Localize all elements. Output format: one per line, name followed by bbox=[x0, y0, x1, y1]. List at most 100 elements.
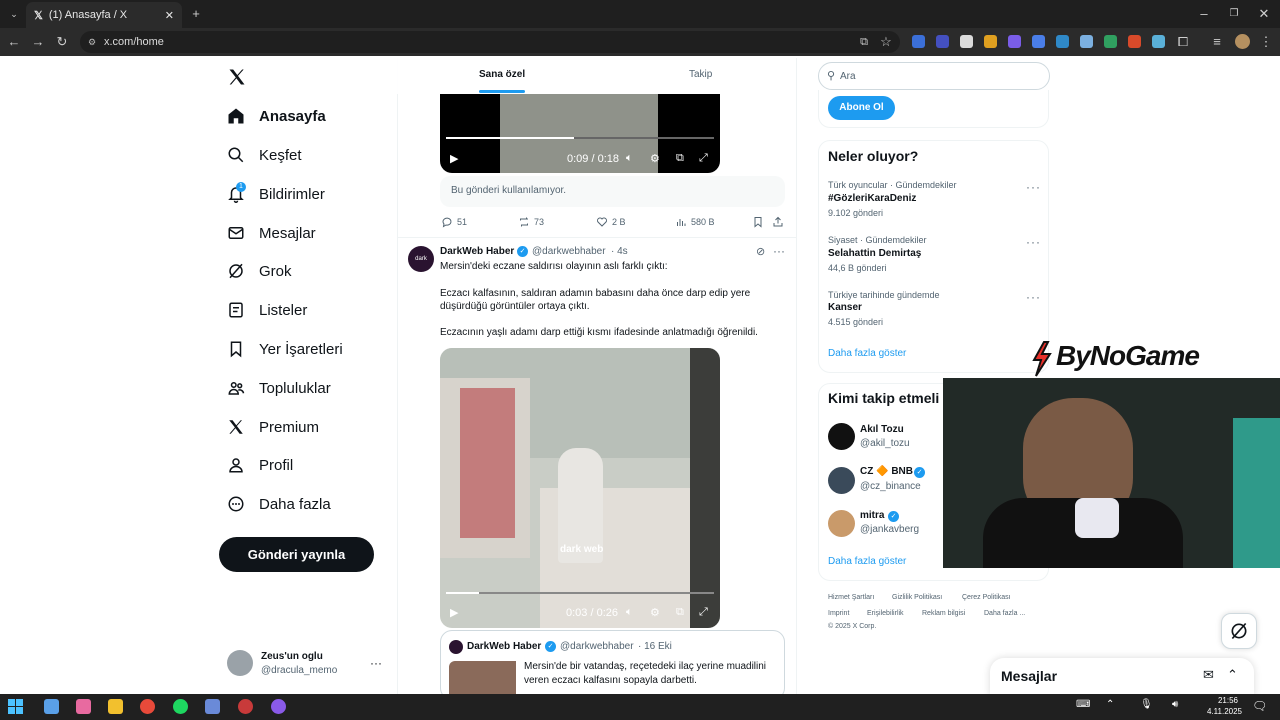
miniplayer-icon[interactable]: ⧉ bbox=[676, 606, 684, 619]
play-icon[interactable]: ▶ bbox=[450, 152, 458, 165]
expand-chevron-icon[interactable]: ⌃ bbox=[1227, 667, 1238, 683]
extension-icon[interactable] bbox=[984, 35, 997, 48]
nav-bookmarks[interactable]: Yer İşaretleri bbox=[227, 333, 343, 365]
extension-icon[interactable] bbox=[1080, 35, 1093, 48]
nav-grok[interactable]: Grok bbox=[227, 255, 292, 287]
views-button[interactable]: 580 B bbox=[675, 216, 715, 228]
extension-icon[interactable] bbox=[1008, 35, 1021, 48]
follow-avatar[interactable] bbox=[828, 510, 855, 537]
install-app-icon[interactable]: ⧉ bbox=[856, 34, 872, 50]
trend-more-icon[interactable]: ··· bbox=[1026, 290, 1041, 304]
extension-icon[interactable] bbox=[1152, 35, 1165, 48]
video-player[interactable]: dark web ▶ 0:03 / 0:26 🔈︎ ⚙ ⧉ ⤢ bbox=[440, 348, 720, 628]
reading-list-icon[interactable]: ≡ bbox=[1209, 34, 1225, 50]
taskbar-app-icon[interactable] bbox=[238, 699, 253, 714]
post-author[interactable]: DarkWeb Haber bbox=[440, 246, 514, 257]
follow-name[interactable]: CZ 🔶 BNB bbox=[860, 466, 913, 477]
extensions-puzzle-icon[interactable]: ⧠ bbox=[1175, 34, 1191, 50]
reload-icon[interactable]: ↻ bbox=[54, 34, 70, 50]
nav-explore[interactable]: Keşfet bbox=[227, 139, 302, 171]
like-button[interactable]: 2 B bbox=[596, 216, 626, 228]
account-menu-icon[interactable]: ··· bbox=[370, 656, 382, 670]
account-avatar[interactable] bbox=[227, 650, 253, 676]
tray-chevron-icon[interactable]: ⌃ bbox=[1106, 699, 1114, 710]
spotify-icon[interactable] bbox=[173, 699, 188, 714]
address-bar[interactable]: ⚙ x.com/home bbox=[80, 31, 900, 53]
footer-link[interactable]: Daha fazla ... bbox=[984, 610, 1025, 617]
keyboard-icon[interactable]: ⌨ bbox=[1076, 699, 1090, 710]
window-close-icon[interactable]: ✕ bbox=[1256, 6, 1272, 22]
tab-following[interactable]: Takip bbox=[689, 69, 712, 80]
clock-date[interactable]: 4.11.2025 bbox=[1200, 707, 1242, 716]
clock-time[interactable]: 21:56 bbox=[1208, 696, 1238, 705]
new-message-icon[interactable]: ✉ bbox=[1203, 667, 1214, 683]
settings-icon[interactable]: ⚙ bbox=[650, 152, 660, 165]
follow-name[interactable]: mitra bbox=[860, 510, 884, 521]
browser-menu-icon[interactable]: ⋮ bbox=[1258, 34, 1274, 50]
extension-icon[interactable] bbox=[1104, 35, 1117, 48]
trends-show-more[interactable]: Daha fazla göster bbox=[828, 348, 906, 359]
tab-search-icon[interactable]: ⌄ bbox=[6, 6, 22, 22]
trend-name[interactable]: Kanser bbox=[828, 302, 862, 313]
nav-messages[interactable]: Mesajlar bbox=[227, 217, 316, 249]
trend-name[interactable]: #GözleriKaraDeniz bbox=[828, 193, 916, 204]
microphone-icon[interactable]: 🎙︎ bbox=[1140, 699, 1153, 710]
extension-icon[interactable] bbox=[1056, 35, 1069, 48]
bookmark-button[interactable] bbox=[752, 216, 768, 228]
footer-link[interactable]: Erişilebilirlik bbox=[867, 610, 904, 617]
footer-link[interactable]: Reklam bilgisi bbox=[922, 610, 965, 617]
taskbar-app-icon[interactable] bbox=[271, 699, 286, 714]
nav-home[interactable]: Anasayfa bbox=[227, 100, 326, 132]
site-info-icon[interactable]: ⚙ bbox=[88, 37, 96, 48]
post-more-icon[interactable]: ··· bbox=[773, 244, 785, 258]
footer-link[interactable]: Hizmet Şartları bbox=[828, 594, 874, 601]
volume-icon[interactable]: 🔈︎ bbox=[626, 152, 633, 165]
nav-more[interactable]: Daha fazla bbox=[227, 488, 331, 520]
volume-icon[interactable]: 🔈︎ bbox=[626, 606, 633, 619]
post-time[interactable]: · 4s bbox=[611, 246, 628, 257]
messages-drawer[interactable]: Mesajlar ✉ ⌃ bbox=[990, 658, 1254, 696]
profile-avatar-icon[interactable] bbox=[1235, 34, 1250, 49]
bookmark-star-icon[interactable]: ☆ bbox=[878, 34, 894, 50]
search-input[interactable]: ⚲ Ara bbox=[818, 62, 1050, 90]
nav-communities[interactable]: Topluluklar bbox=[227, 372, 331, 404]
windows-start-icon[interactable] bbox=[8, 699, 23, 714]
extension-icon[interactable] bbox=[912, 35, 925, 48]
forward-icon[interactable]: → bbox=[30, 34, 46, 50]
chrome-icon[interactable] bbox=[140, 699, 155, 714]
subscribe-button[interactable]: Abone Ol bbox=[828, 96, 895, 120]
trend-more-icon[interactable]: ··· bbox=[1026, 180, 1041, 194]
grok-floating-button[interactable] bbox=[1221, 613, 1257, 649]
follow-show-more[interactable]: Daha fazla göster bbox=[828, 556, 906, 567]
tab-for-you[interactable]: Sana özel bbox=[479, 69, 525, 80]
extension-icon[interactable] bbox=[1128, 35, 1141, 48]
settings-icon[interactable]: ⚙ bbox=[650, 606, 660, 619]
x-logo-icon[interactable] bbox=[227, 67, 247, 87]
browser-tab[interactable]: 𝕏 (1) Anasayfa / X ✕ bbox=[26, 2, 182, 28]
extension-icon[interactable] bbox=[936, 35, 949, 48]
extension-icon[interactable] bbox=[1032, 35, 1045, 48]
post-button[interactable]: Gönderi yayınla bbox=[219, 537, 374, 572]
taskbar-app-icon[interactable] bbox=[44, 699, 59, 714]
footer-link[interactable]: Gizlilik Politikası bbox=[892, 594, 942, 601]
follow-avatar[interactable] bbox=[828, 423, 855, 450]
follow-avatar[interactable] bbox=[828, 467, 855, 494]
tab-close-icon[interactable]: ✕ bbox=[165, 9, 174, 22]
fullscreen-icon[interactable]: ⤢ bbox=[699, 606, 708, 619]
play-icon[interactable]: ▶ bbox=[450, 606, 458, 619]
notification-center-icon[interactable]: 🗨︎ bbox=[1252, 699, 1267, 713]
folder-icon[interactable] bbox=[108, 699, 123, 714]
minimize-icon[interactable]: – bbox=[1196, 6, 1212, 22]
restore-icon[interactable]: ❐ bbox=[1226, 6, 1242, 22]
speaker-icon[interactable]: 🔊︎ bbox=[1172, 699, 1178, 710]
video-player[interactable]: ▶ 0:09 / 0:18 🔈︎ ⚙ ⧉ ⤢ bbox=[440, 94, 720, 173]
fullscreen-icon[interactable]: ⤢ bbox=[699, 152, 708, 165]
author-avatar[interactable]: dark bbox=[408, 246, 434, 272]
new-tab-icon[interactable]: + bbox=[188, 6, 204, 22]
video-progress-track[interactable] bbox=[446, 592, 714, 594]
extension-icon[interactable] bbox=[960, 35, 973, 48]
back-icon[interactable]: ← bbox=[6, 34, 22, 50]
grok-explain-icon[interactable]: ⊘ bbox=[756, 245, 765, 258]
trend-more-icon[interactable]: ··· bbox=[1026, 235, 1041, 249]
nav-profile[interactable]: Profil bbox=[227, 449, 293, 481]
